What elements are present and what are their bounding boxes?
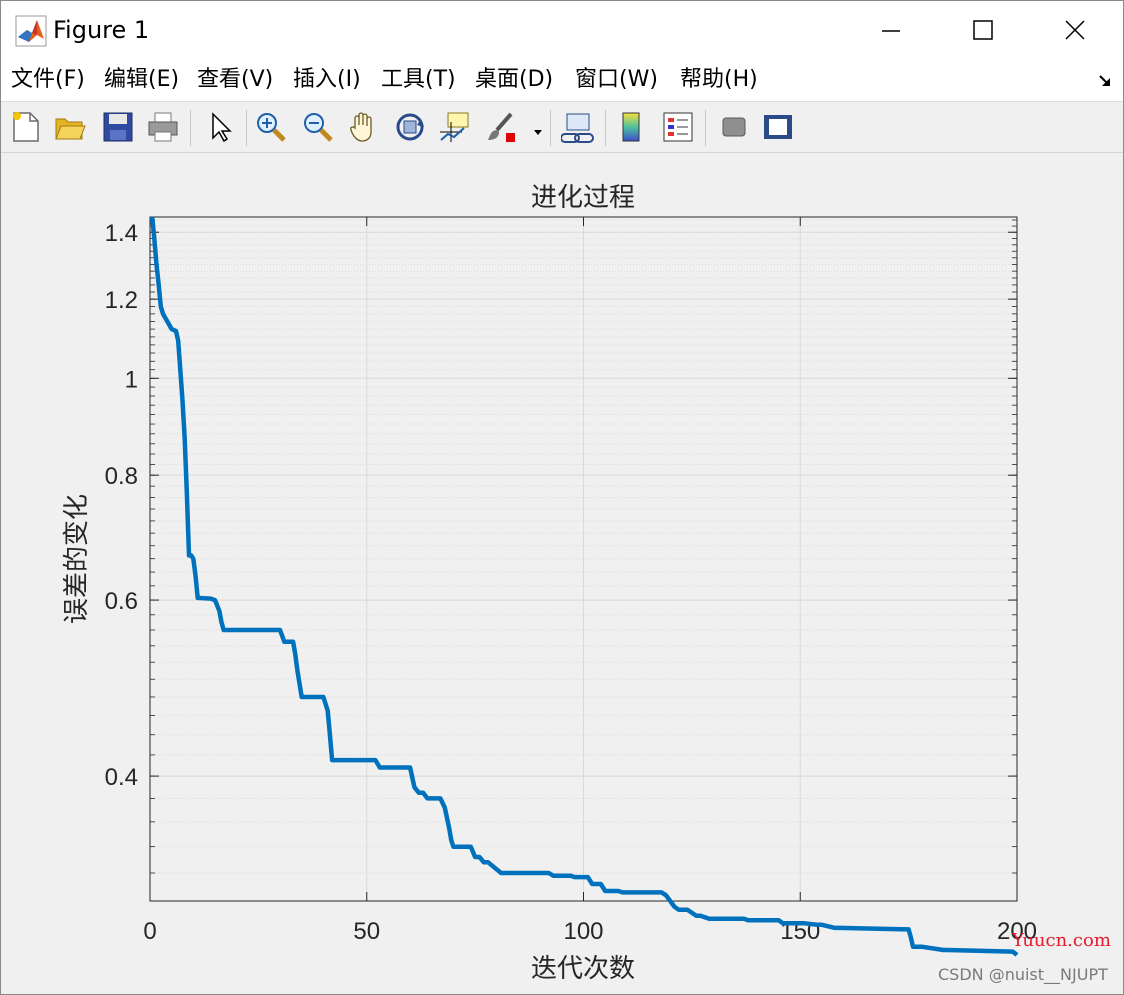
toolbar-separator: [605, 110, 606, 146]
y-tick-label: 1.2: [105, 287, 138, 314]
toolbar-separator: [190, 110, 191, 146]
menu-file[interactable]: 文件(F): [11, 65, 85, 95]
brush-icon[interactable]: [485, 110, 519, 144]
minimize-button[interactable]: [845, 1, 937, 59]
x-tick-label: 0: [143, 918, 156, 945]
open-file-icon[interactable]: [53, 110, 87, 144]
zoom-in-icon[interactable]: [254, 110, 288, 144]
print-icon[interactable]: [146, 110, 180, 144]
toolbar-separator: [550, 110, 551, 146]
y-tick-label: 0.6: [105, 588, 138, 615]
menu-bar: 文件(F) 编辑(E) 查看(V) 插入(I) 工具(T) 桌面(D) 窗口(W…: [1, 59, 1123, 102]
menu-help[interactable]: 帮助(H): [680, 65, 758, 95]
y-tick-label: 1: [125, 366, 138, 393]
menu-tools[interactable]: 工具(T): [381, 65, 456, 95]
chart-title: 进化过程: [531, 183, 635, 213]
figure-canvas: 0 50 100 150 200 0.4 0.6 0.8 1 1.2 1.4 进化过程 迭代次数 误…: [1, 153, 1123, 994]
show-plot-tools-icon[interactable]: [761, 110, 795, 144]
menu-edit[interactable]: 编辑(E): [104, 65, 179, 95]
yuucn-watermark: Yuucn.com: [1012, 930, 1111, 951]
grid: [149, 217, 1018, 902]
new-figure-icon[interactable]: [9, 110, 43, 144]
dock-arrow-icon[interactable]: [1097, 73, 1113, 93]
figure-window: Figure 1 文件(F) 编辑(E) 查看(V) 插入(I) 工具(T) 桌…: [0, 0, 1124, 995]
toolbar: [1, 102, 1123, 153]
hide-plot-tools-icon[interactable]: [717, 110, 751, 144]
chart: 0 50 100 150 2000.40.60.811.21.4 进化过程 迭代次数 误…: [62, 183, 1037, 984]
zoom-out-icon[interactable]: [301, 110, 335, 144]
x-tick-label: 100: [563, 918, 603, 945]
menu-insert[interactable]: 插入(I): [293, 65, 361, 95]
minimize-icon: [882, 30, 900, 32]
title-bar[interactable]: Figure 1: [1, 1, 1123, 59]
y-tick-label: 1.4: [105, 220, 138, 247]
link-plot-icon[interactable]: [560, 110, 595, 144]
matlab-logo-icon: [15, 15, 47, 47]
y-tick-label: 0.4: [105, 764, 138, 791]
y-tick-label: 0.8: [105, 463, 138, 490]
brush-dropdown-icon[interactable]: [533, 122, 543, 135]
colorbar-icon[interactable]: [615, 110, 649, 144]
menu-window[interactable]: 窗口(W): [575, 65, 658, 95]
window-title: Figure 1: [53, 16, 150, 44]
close-icon: [1065, 20, 1085, 40]
legend-icon[interactable]: [661, 110, 695, 144]
close-button[interactable]: [1029, 1, 1121, 59]
toolbar-separator: [705, 110, 706, 146]
y-axis-label: 误差的变化: [62, 494, 92, 624]
data-cursor-icon[interactable]: [438, 110, 472, 144]
rotate-3d-icon[interactable]: [393, 110, 427, 144]
menu-desktop[interactable]: 桌面(D): [475, 65, 553, 95]
series-line: [149, 216, 1019, 957]
pan-hand-icon[interactable]: [347, 110, 381, 144]
csdn-watermark: CSDN @nuist__NJUPT: [938, 965, 1108, 984]
menu-view[interactable]: 查看(V): [197, 65, 273, 95]
x-axis-label: 迭代次数: [531, 954, 635, 984]
maximize-icon: [973, 20, 993, 40]
save-icon[interactable]: [101, 110, 135, 144]
x-tick-label: 50: [353, 918, 380, 945]
select-arrow-icon[interactable]: [204, 110, 238, 144]
maximize-button[interactable]: [937, 1, 1029, 59]
toolbar-separator: [246, 110, 247, 146]
